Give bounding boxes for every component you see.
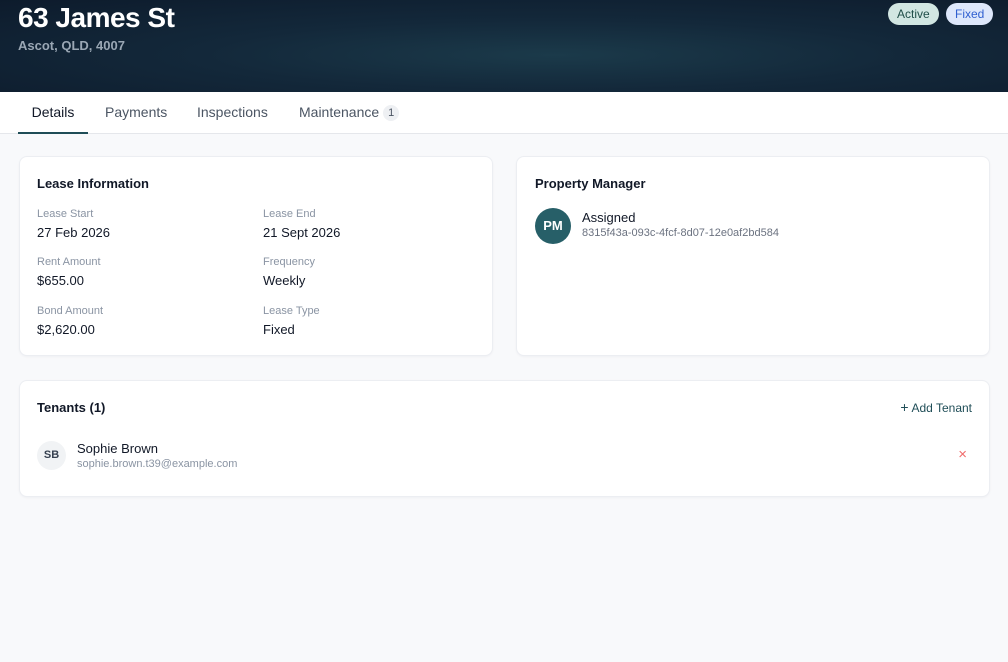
bond-amount-value: $2,620.00 [37, 322, 95, 337]
tenants-card: Tenants (1) + Add Tenant SB Sophie Brown … [19, 380, 990, 497]
tab-maintenance[interactable]: Maintenance 1 [299, 92, 400, 134]
tab-payments[interactable]: Payments [105, 92, 167, 134]
lease-start-value: 27 Feb 2026 [37, 225, 111, 240]
lease-card-title: Lease Information [37, 176, 149, 191]
tenant-email: sophie.brown.t39@example.com [77, 458, 238, 470]
lease-information-card: Lease Information Lease Start 27 Feb 202… [19, 156, 493, 356]
maintenance-count-badge: 1 [383, 105, 400, 121]
frequency-label: Frequency [263, 256, 315, 268]
tenant-avatar: SB [37, 441, 66, 470]
property-address: 63 James St [18, 2, 175, 33]
property-header: 63 James St Ascot, QLD, 4007 Active Fixe… [0, 0, 1008, 92]
frequency-value: Weekly [263, 273, 306, 288]
property-location: Ascot, QLD, 4007 [18, 38, 125, 53]
rent-amount-label: Rent Amount [37, 256, 101, 268]
property-manager-status: Assigned [582, 210, 636, 225]
tab-bar: Details Payments Inspections Maintenance… [0, 92, 1008, 134]
lease-type-badge: Fixed [946, 3, 994, 25]
add-tenant-button[interactable]: + Add Tenant [900, 399, 972, 415]
lease-type-value: Fixed [263, 322, 295, 337]
property-manager-card: Property Manager PM Assigned 8315f43a-09… [516, 156, 990, 356]
tab-maintenance-label: Maintenance [299, 104, 380, 120]
lease-type-label: Lease Type [263, 305, 320, 317]
tab-details[interactable]: Details [18, 92, 88, 134]
tenant-name: Sophie Brown [77, 441, 158, 456]
tenants-title: Tenants (1) [37, 400, 106, 415]
status-badge: Active [888, 3, 939, 25]
property-manager-id: 8315f43a-093c-4fcf-8d07-12e0af2bd584 [582, 227, 779, 239]
property-manager-title: Property Manager [535, 176, 646, 191]
lease-end-value: 21 Sept 2026 [263, 225, 341, 240]
plus-icon: + [900, 399, 909, 415]
rent-amount-value: $655.00 [37, 273, 84, 288]
tab-inspections[interactable]: Inspections [197, 92, 268, 134]
add-tenant-label: Add Tenant [911, 401, 973, 415]
lease-end-label: Lease End [263, 208, 316, 220]
property-manager-avatar: PM [535, 208, 571, 244]
bond-amount-label: Bond Amount [37, 305, 104, 317]
lease-start-label: Lease Start [37, 208, 94, 220]
remove-tenant-close-icon[interactable]: × [958, 447, 967, 463]
